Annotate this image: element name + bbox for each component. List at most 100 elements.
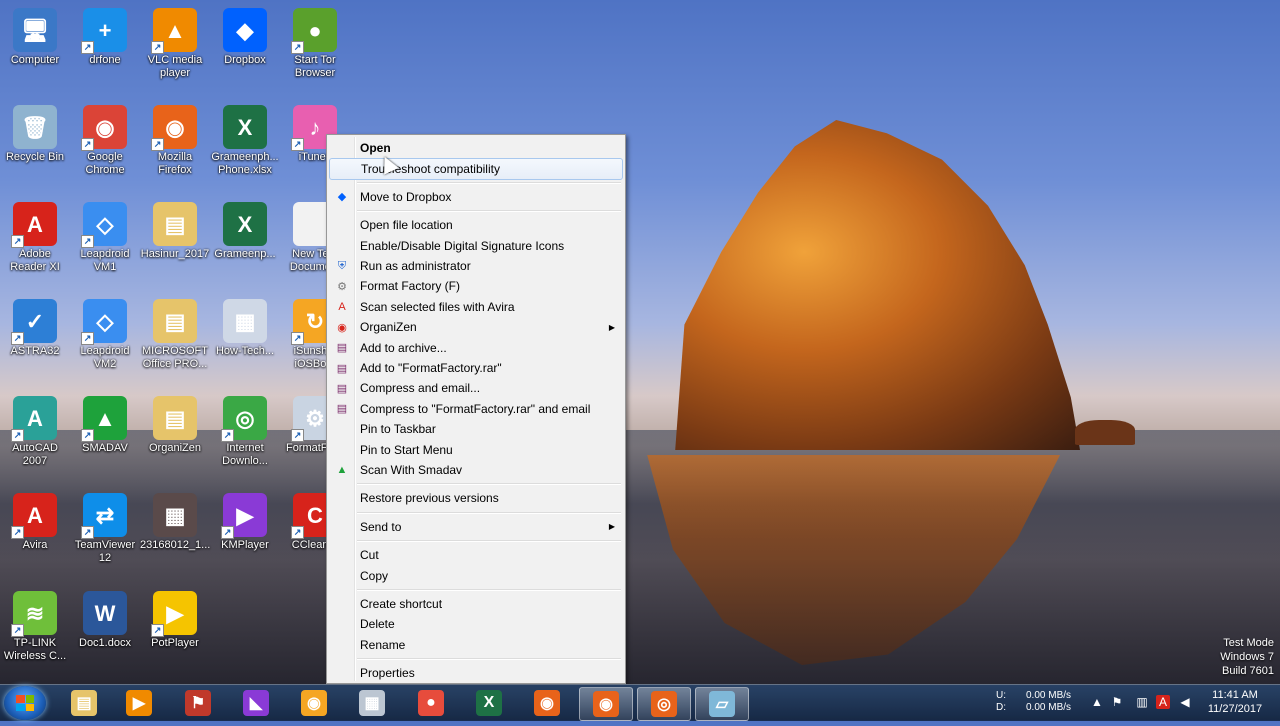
menu-item-open[interactable]: Open <box>329 138 623 158</box>
volume-icon[interactable]: ◀ <box>1178 695 1192 709</box>
menu-item-properties[interactable]: Properties <box>329 663 623 683</box>
desktop-icon-label: Mozilla Firefox <box>157 151 193 176</box>
taskbar-button-explorer[interactable]: ▤ <box>58 687 110 719</box>
desktop-icon[interactable]: + ↗ drfone <box>70 8 140 67</box>
shortcut-arrow-icon: ↗ <box>151 624 164 637</box>
taskbar-button-firefox[interactable]: ◉ <box>521 687 573 719</box>
taskbar-button-game[interactable]: ⚑ <box>172 687 224 719</box>
desktop-icon[interactable]: X Grameenp... <box>210 202 280 261</box>
taskbar-button-screen-recorder[interactable]: ◎ <box>637 687 691 721</box>
menu-item-cut[interactable]: Cut <box>329 545 623 565</box>
screen-recorder-icon: ◎ <box>651 691 677 717</box>
desktop-icon[interactable]: ▤ MICROSOFT Office PRO... <box>140 299 210 371</box>
menu-item-pin-to-start-menu[interactable]: Pin to Start Menu <box>329 440 623 460</box>
clock[interactable]: 11:41 AM 11/27/2017 <box>1200 685 1270 724</box>
desktop-icon-label: Grameenph... Phone.xlsx <box>211 151 279 176</box>
desktop-icon[interactable]: ▦ 23168012_1... <box>140 493 210 552</box>
desktop-icon[interactable]: A ↗ Adobe Reader XI <box>0 202 70 274</box>
winrar-icon: ▤ <box>336 362 348 375</box>
start-button[interactable] <box>4 686 46 720</box>
menu-item-add-to-formatfactory-rar[interactable]: ▤ Add to "FormatFactory.rar" <box>329 358 623 378</box>
leapdroid-icon: ◇ ↗ <box>81 202 127 248</box>
potplayer-icon: ▶ ↗ <box>151 591 197 637</box>
taskbar-button-visual-studio[interactable]: ◣ <box>230 687 282 719</box>
menu-item-scan-selected-files-with-avira[interactable]: A Scan selected files with Avira <box>329 297 623 317</box>
menu-item-run-as-administrator[interactable]: ⛨ Run as administrator <box>329 256 623 276</box>
desktop-icon[interactable]: ≋ ↗ TP-LINK Wireless C... <box>0 591 70 663</box>
app-icon: ◉ <box>301 690 327 716</box>
vlc-icon: ▲ ↗ <box>151 8 197 54</box>
menu-item-compress-to-formatfactory-rar-and-email[interactable]: ▤ Compress to "FormatFactory.rar" and ema… <box>329 399 623 419</box>
action-center-flag-icon[interactable]: ⚑ <box>1110 695 1124 709</box>
show-hidden-icons-icon[interactable]: ▲ <box>1090 695 1104 709</box>
taskbar-button-windows-explorer[interactable]: ▱ <box>695 687 749 721</box>
context-menu: Open Troubleshoot compatibility ◆ Move to D… <box>326 134 626 684</box>
menu-item-organizen[interactable]: ◉ OrganiZen ▶ <box>329 317 623 337</box>
desktop-icon[interactable]: 🗑 Recycle Bin <box>0 105 70 164</box>
menu-item-add-to-archive[interactable]: ▤ Add to archive... <box>329 338 623 358</box>
menu-item-create-shortcut[interactable]: Create shortcut <box>329 594 623 614</box>
taskbar-button-media-player[interactable]: ▶ <box>113 687 165 719</box>
desktop-icon[interactable]: ◎ ↗ Internet Downlo... <box>210 396 280 468</box>
taskbar-button-firefox-active[interactable]: ◉ <box>579 687 633 721</box>
desktop-icon[interactable]: A ↗ AutoCAD 2007 <box>0 396 70 468</box>
clock-time: 11:41 AM <box>1212 689 1258 701</box>
desktop-icon-label: Start Tor Browser <box>294 54 336 79</box>
autocad-icon: A ↗ <box>11 396 57 442</box>
menu-item-scan-with-smadav[interactable]: ▲ Scan With Smadav <box>329 460 623 480</box>
menu-separator <box>357 210 621 213</box>
app-icon: ● <box>418 690 444 716</box>
menu-item-troubleshoot-compatibility[interactable]: Troubleshoot compatibility <box>329 158 623 181</box>
menu-item-restore-previous-versions[interactable]: Restore previous versions <box>329 488 623 508</box>
menu-item-copy[interactable]: Copy <box>329 566 623 586</box>
shortcut-arrow-icon: ↗ <box>221 429 234 442</box>
desktop-icon[interactable]: ▶ ↗ PotPlayer <box>140 591 210 650</box>
desktop-icon[interactable]: A ↗ Avira <box>0 493 70 552</box>
menu-item-label: Copy <box>360 568 389 583</box>
leapdroid-icon: ◇ ↗ <box>81 299 127 345</box>
menu-item-pin-to-taskbar[interactable]: Pin to Taskbar <box>329 419 623 439</box>
uac-shield-icon: ⛨ <box>337 259 347 272</box>
desktop-icon[interactable]: ▤ Hasinur_2017 <box>140 202 210 261</box>
menu-separator <box>357 181 621 184</box>
desktop-icon[interactable]: ▲ ↗ SMADAV <box>70 396 140 455</box>
desktop-icon-label: OrganiZen <box>149 442 201 454</box>
desktop-icon[interactable]: X Grameenph... Phone.xlsx <box>210 105 280 177</box>
desktop-icon[interactable]: ● ↗ Start Tor Browser <box>280 8 350 80</box>
smadav-icon: ▲ ↗ <box>81 396 127 442</box>
desktop-icon[interactable]: ◇ ↗ Leapdroid VM1 <box>70 202 140 274</box>
menu-item-enable-disable-digital-signature-icons[interactable]: Enable/Disable Digital Signature Icons <box>329 236 623 256</box>
word-file-icon: W <box>83 591 127 635</box>
menu-item-rename[interactable]: Rename <box>329 635 623 655</box>
desktop-icon[interactable]: ◆ Dropbox <box>210 8 280 67</box>
desktop-icon[interactable]: ▤ OrganiZen <box>140 396 210 455</box>
menu-item-format-factory-f[interactable]: ⚙ Format Factory (F) <box>329 276 623 296</box>
taskbar-button-calculator[interactable]: ▦ <box>346 687 398 719</box>
desktop-icon[interactable]: ✓ ↗ ASTRA32 <box>0 299 70 358</box>
taskbar-button-app-red[interactable]: ● <box>405 687 457 719</box>
menu-item-open-file-location[interactable]: Open file location <box>329 215 623 235</box>
folder-icon: ▤ <box>71 690 97 716</box>
network-tray-icon[interactable]: ▥ <box>1135 695 1149 709</box>
avira-tray-icon[interactable]: A <box>1156 695 1170 709</box>
winrar-icon: ▤ <box>336 403 348 416</box>
desktop-icon-label: How-Tech... <box>215 345 275 357</box>
menu-item-delete[interactable]: Delete <box>329 614 623 634</box>
menu-item-label: Open file location <box>360 218 453 233</box>
desktop-icon[interactable]: ▦ How-Tech... <box>210 299 280 358</box>
menu-item-move-to-dropbox[interactable]: ◆ Move to Dropbox <box>329 187 623 207</box>
desktop-icon[interactable]: W Doc1.docx <box>70 591 140 650</box>
desktop-icon[interactable]: ◉ ↗ Google Chrome <box>70 105 140 177</box>
desktop-icon[interactable]: ◇ ↗ Leapdroid VM2 <box>70 299 140 371</box>
desktop-icon-label: Adobe Reader XI <box>10 248 60 273</box>
desktop-icon[interactable]: ▶ ↗ KMPlayer <box>210 493 280 552</box>
desktop-icon-label: Recycle Bin <box>5 151 65 163</box>
desktop-icon[interactable]: ◉ ↗ Mozilla Firefox <box>140 105 210 177</box>
taskbar-button-excel[interactable]: X <box>463 687 515 719</box>
menu-item-compress-and-email[interactable]: ▤ Compress and email... <box>329 378 623 398</box>
desktop-icon[interactable]: ⇄ ↗ TeamViewer 12 <box>70 493 140 565</box>
desktop-icon[interactable]: ▲ ↗ VLC media player <box>140 8 210 80</box>
desktop-icon[interactable]: 🖥 Computer <box>0 8 70 67</box>
taskbar-button-app-orange[interactable]: ◉ <box>288 687 340 719</box>
menu-item-send-to[interactable]: Send to ▶ <box>329 517 623 537</box>
